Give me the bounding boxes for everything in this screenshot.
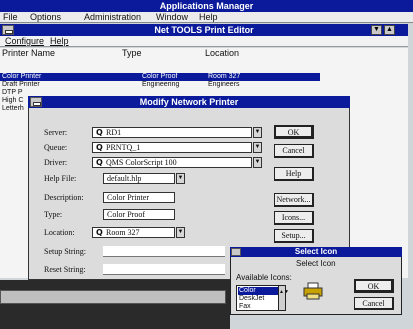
list-item[interactable]: DeskJet bbox=[238, 295, 278, 303]
available-icons-label: Available Icons: bbox=[236, 273, 292, 282]
select-icon-cancel-button[interactable]: Cancel bbox=[354, 297, 394, 310]
print-editor-menu-bar: Configure Help bbox=[0, 36, 408, 47]
driver-value: QMS ColorScript 100 bbox=[106, 158, 177, 167]
system-menu-icon[interactable] bbox=[231, 248, 241, 256]
description-field[interactable]: Color Printer bbox=[103, 192, 175, 203]
row-type: Engineering bbox=[142, 81, 180, 88]
type-field[interactable]: Color Proof bbox=[103, 209, 175, 220]
help-file-field[interactable]: default.hlp bbox=[103, 173, 175, 184]
driver-field[interactable]: Q QMS ColorScript 100 bbox=[92, 157, 252, 168]
help-file-dropdown-icon[interactable]: ▼ bbox=[176, 173, 185, 184]
help-file-label: Help File: bbox=[44, 174, 77, 183]
setup-button[interactable]: Setup... bbox=[274, 229, 314, 243]
queue-label: Queue: bbox=[44, 143, 68, 152]
driver-dropdown-icon[interactable]: ▼ bbox=[253, 157, 262, 168]
queue-field[interactable]: Q PRNTQ_1 bbox=[92, 142, 252, 153]
select-icon-heading: Select Icon bbox=[296, 259, 336, 268]
row-printer-name: High C bbox=[2, 97, 24, 104]
app-title-bar: Applications Manager bbox=[0, 0, 413, 12]
menu-file[interactable]: File bbox=[3, 12, 18, 23]
printer-icon bbox=[303, 282, 323, 300]
table-row[interactable]: Color Printer Color Proof Room 327 bbox=[0, 73, 320, 81]
list-item[interactable]: Color bbox=[238, 287, 278, 295]
network-button[interactable]: Network... bbox=[274, 193, 314, 207]
column-header-location[interactable]: Location bbox=[205, 48, 239, 59]
background-shadow bbox=[0, 280, 230, 329]
select-icon-title-bar: Select Icon bbox=[230, 247, 402, 257]
taskbar-strip bbox=[0, 290, 226, 304]
queue-icon: Q bbox=[96, 143, 103, 152]
driver-icon: Q bbox=[96, 158, 103, 167]
minimize-icon[interactable]: ▼ bbox=[371, 25, 382, 35]
row-type: Color Proof bbox=[142, 73, 178, 80]
queue-value: PRNTQ_1 bbox=[106, 143, 141, 152]
icon-list-scrollbar[interactable]: ▲▼ bbox=[278, 285, 289, 311]
driver-label: Driver: bbox=[44, 158, 68, 167]
help-button[interactable]: Help bbox=[274, 167, 314, 181]
setup-string-label: Setup String: bbox=[44, 247, 87, 256]
reset-string-label: Reset String: bbox=[44, 265, 86, 274]
cancel-button[interactable]: Cancel bbox=[274, 144, 314, 158]
ok-button[interactable]: OK bbox=[274, 125, 314, 139]
server-label: Server: bbox=[44, 128, 68, 137]
location-icon: Q bbox=[96, 228, 103, 237]
location-field[interactable]: Q Room 327 bbox=[92, 227, 175, 238]
icons-button[interactable]: Icons... bbox=[274, 211, 314, 225]
system-menu-icon[interactable] bbox=[2, 25, 14, 35]
queue-icon: Q bbox=[96, 128, 103, 137]
menu-editor-help[interactable]: Help bbox=[50, 36, 69, 47]
row-printer-name: DTP P bbox=[2, 89, 23, 96]
modify-dialog-title-bar: Modify Network Printer bbox=[28, 96, 350, 108]
column-header-printer-name[interactable]: Printer Name bbox=[2, 48, 55, 59]
setup-string-field[interactable] bbox=[103, 246, 225, 257]
app-menu-bar: File Options Administration Window Help bbox=[0, 12, 413, 23]
maximize-icon[interactable]: ▲ bbox=[384, 25, 395, 35]
system-menu-icon[interactable] bbox=[30, 97, 42, 107]
row-printer-name: Letterh bbox=[2, 105, 24, 112]
row-location: Room 327 bbox=[208, 73, 241, 80]
row-printer-name: Color Printer bbox=[2, 73, 42, 80]
print-editor-title-bar: Net TOOLS Print Editor bbox=[0, 24, 408, 36]
row-location: Engineers bbox=[208, 81, 240, 88]
menu-help[interactable]: Help bbox=[199, 12, 218, 23]
reset-string-field[interactable] bbox=[103, 264, 225, 275]
menu-window[interactable]: Window bbox=[156, 12, 188, 23]
menu-administration[interactable]: Administration bbox=[84, 12, 141, 23]
menu-options[interactable]: Options bbox=[30, 12, 61, 23]
description-label: Description: bbox=[44, 193, 84, 202]
row-printer-name: Draft Printer bbox=[2, 81, 40, 88]
menu-configure[interactable]: Configure bbox=[5, 36, 44, 47]
queue-dropdown-icon[interactable]: ▼ bbox=[253, 142, 262, 153]
location-dropdown-icon[interactable]: ▼ bbox=[176, 227, 185, 238]
type-label: Type: bbox=[44, 210, 63, 219]
select-icon-ok-button[interactable]: OK bbox=[354, 279, 394, 293]
location-label: Location: bbox=[44, 228, 75, 237]
column-header-type[interactable]: Type bbox=[122, 48, 142, 59]
server-field[interactable]: Q RD1 bbox=[92, 127, 252, 138]
server-dropdown-icon[interactable]: ▼ bbox=[253, 127, 262, 138]
list-item[interactable]: Fax bbox=[238, 303, 278, 311]
table-row[interactable]: Draft Printer Engineering Engineers bbox=[0, 81, 320, 89]
location-value: Room 327 bbox=[106, 228, 140, 237]
server-value: RD1 bbox=[106, 128, 122, 137]
